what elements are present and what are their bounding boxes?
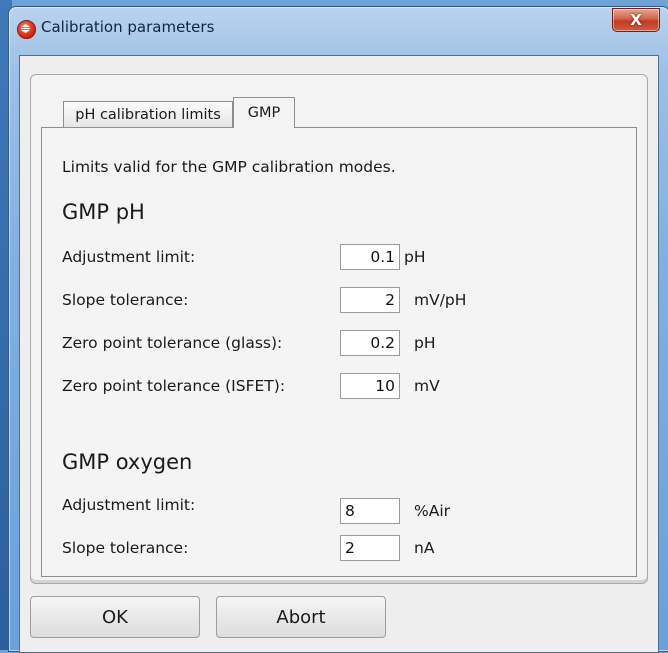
tab-ph-calibration-limits[interactable]: pH calibration limits xyxy=(63,101,233,127)
section-heading-gmp-ph: GMP pH xyxy=(62,200,145,224)
title-bar[interactable]: Calibration parameters X xyxy=(9,7,668,55)
ph-slope-tolerance-field[interactable]: 2 xyxy=(340,287,400,313)
zero-point-isfet-label: Zero point tolerance (ISFET): xyxy=(62,377,286,395)
calibration-app-icon xyxy=(17,20,36,39)
panel-description: Limits valid for the GMP calibration mod… xyxy=(62,158,396,176)
calibration-dialog: Calibration parameters X pH calibration … xyxy=(8,6,668,653)
gmp-tab-panel: Limits valid for the GMP calibration mod… xyxy=(41,127,637,577)
window-title: Calibration parameters xyxy=(41,18,215,36)
abort-button[interactable]: Abort xyxy=(216,596,386,638)
oxygen-adjustment-limit-field[interactable]: 8 xyxy=(340,498,400,524)
tab-label: pH calibration limits xyxy=(75,106,221,123)
close-button[interactable]: X xyxy=(612,8,660,32)
tab-label: GMP xyxy=(247,105,281,121)
ph-adjustment-limit-unit: pH xyxy=(404,248,426,266)
tab-gmp[interactable]: GMP xyxy=(233,97,295,128)
section-heading-gmp-oxygen: GMP oxygen xyxy=(62,450,193,474)
oxygen-adjustment-limit-label: Adjustment limit: xyxy=(62,496,196,514)
zero-point-isfet-field[interactable]: 10 xyxy=(340,373,400,399)
oxygen-slope-tolerance-field[interactable]: 2 xyxy=(340,535,400,561)
zero-point-glass-field[interactable]: 0.2 xyxy=(340,330,400,356)
tab-container: pH calibration limits GMP Limits valid f… xyxy=(30,74,648,584)
dialog-client-area: pH calibration limits GMP Limits valid f… xyxy=(19,55,659,653)
zero-point-isfet-unit: mV xyxy=(414,377,440,395)
oxygen-slope-tolerance-label: Slope tolerance: xyxy=(62,539,189,557)
ph-slope-tolerance-unit: mV/pH xyxy=(414,291,467,309)
zero-point-glass-unit: pH xyxy=(414,334,436,352)
ok-button[interactable]: OK xyxy=(30,596,200,638)
ph-adjustment-limit-field[interactable]: 0.1 xyxy=(340,244,400,270)
oxygen-adjustment-limit-unit: %Air xyxy=(414,502,451,520)
zero-point-glass-label: Zero point tolerance (glass): xyxy=(62,334,283,352)
ph-adjustment-limit-label: Adjustment limit: xyxy=(62,248,196,266)
close-icon: X xyxy=(630,11,642,29)
oxygen-slope-tolerance-unit: nA xyxy=(414,539,435,557)
ph-slope-tolerance-label: Slope tolerance: xyxy=(62,291,189,309)
